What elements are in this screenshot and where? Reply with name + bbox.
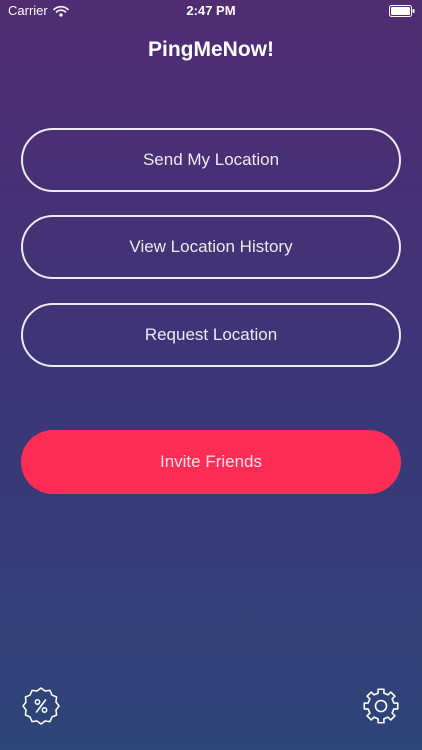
request-location-button[interactable]: Request Location — [21, 303, 401, 367]
view-location-history-button[interactable]: View Location History — [21, 215, 401, 279]
status-time: 2:47 PM — [186, 3, 236, 18]
send-location-button[interactable]: Send My Location — [21, 128, 401, 192]
status-bar: Carrier 2:47 PM — [0, 0, 422, 22]
battery-icon — [389, 5, 415, 17]
discount-badge-icon[interactable] — [21, 686, 61, 726]
app-title: PingMeNow! — [148, 38, 274, 61]
invite-friends-button[interactable]: Invite Friends — [21, 430, 401, 494]
gear-icon[interactable] — [362, 687, 400, 725]
